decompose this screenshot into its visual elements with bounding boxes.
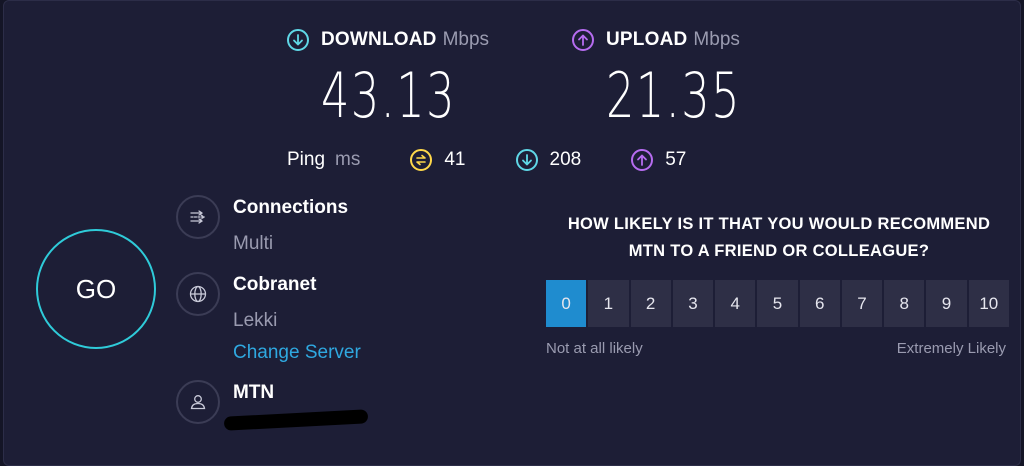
- user-icon: [176, 380, 220, 424]
- download-speed-value: 43.13: [321, 59, 456, 132]
- ping-idle: 41: [410, 149, 466, 171]
- download-metric: DOWNLOAD Mbps 43.13: [287, 29, 509, 132]
- ping-unit: ms: [335, 149, 361, 170]
- ping-upload-value: 57: [665, 149, 687, 170]
- provider-name: MTN: [233, 382, 275, 403]
- server-info: Cobranet Lekki Change Server: [176, 272, 361, 364]
- score-option-2[interactable]: 2: [630, 280, 671, 327]
- survey-question-line2: MTN TO A FRIEND OR COLLEAGUE?: [628, 242, 930, 260]
- server-location: Lekki: [233, 310, 278, 331]
- download-arrow-icon: [287, 29, 309, 51]
- upload-arrow-icon: [631, 149, 654, 171]
- change-server-link[interactable]: Change Server: [233, 342, 361, 364]
- speedtest-results-panel: DOWNLOAD Mbps 43.13 UPLOAD Mbps 21.35 Pi…: [3, 0, 1021, 466]
- score-option-1[interactable]: 1: [588, 280, 629, 327]
- ping-download: 208: [515, 149, 582, 171]
- upload-arrow-icon: [572, 29, 594, 51]
- download-header: DOWNLOAD Mbps: [287, 29, 509, 51]
- ping-idle-icon: [410, 149, 433, 171]
- survey-question-line1: HOW LIKELY IS IT THAT YOU WOULD RECOMMEN…: [567, 215, 991, 233]
- score-option-9[interactable]: 9: [926, 280, 967, 327]
- scale-high-label: Extremely Likely: [896, 340, 1006, 357]
- upload-metric: UPLOAD Mbps 21.35: [572, 29, 794, 132]
- ping-idle-value: 41: [444, 149, 466, 170]
- upload-header: UPLOAD Mbps: [572, 29, 794, 51]
- download-unit: Mbps: [442, 29, 490, 50]
- score-option-6[interactable]: 6: [799, 280, 840, 327]
- go-button[interactable]: GO: [36, 229, 156, 349]
- connections-title: Connections: [233, 197, 349, 218]
- score-option-0[interactable]: 0: [546, 280, 587, 327]
- download-arrow-icon: [515, 149, 538, 171]
- scale-low-label: Not at all likely: [546, 340, 643, 357]
- ping-download-value: 208: [549, 149, 582, 170]
- score-option-5[interactable]: 5: [757, 280, 798, 327]
- score-option-3[interactable]: 3: [672, 280, 714, 327]
- connections-icon: [176, 195, 220, 239]
- download-label: DOWNLOAD: [321, 29, 437, 50]
- ping-label: Ping: [287, 149, 326, 170]
- score-option-4[interactable]: 4: [715, 280, 756, 327]
- upload-unit: Mbps: [693, 29, 740, 50]
- ping-upload: 57: [631, 149, 686, 171]
- score-option-8[interactable]: 8: [884, 280, 925, 327]
- upload-speed-value: 21.35: [606, 59, 741, 132]
- score-option-10[interactable]: 10: [968, 280, 1009, 327]
- score-option-7[interactable]: 7: [841, 280, 883, 327]
- connections-value: Multi: [233, 233, 274, 254]
- globe-icon: [176, 272, 220, 316]
- ping-row: Ping ms 41 208 57: [287, 149, 736, 171]
- server-name: Cobranet: [233, 274, 317, 295]
- survey-question: HOW LIKELY IS IT THAT YOU WOULD RECOMMEN…: [544, 211, 1014, 265]
- upload-label: UPLOAD: [606, 29, 688, 50]
- recommend-scale: 0 1 2 3 4 5 6 7 8 9 10: [546, 280, 1009, 327]
- connections-info[interactable]: Connections Multi: [176, 195, 348, 255]
